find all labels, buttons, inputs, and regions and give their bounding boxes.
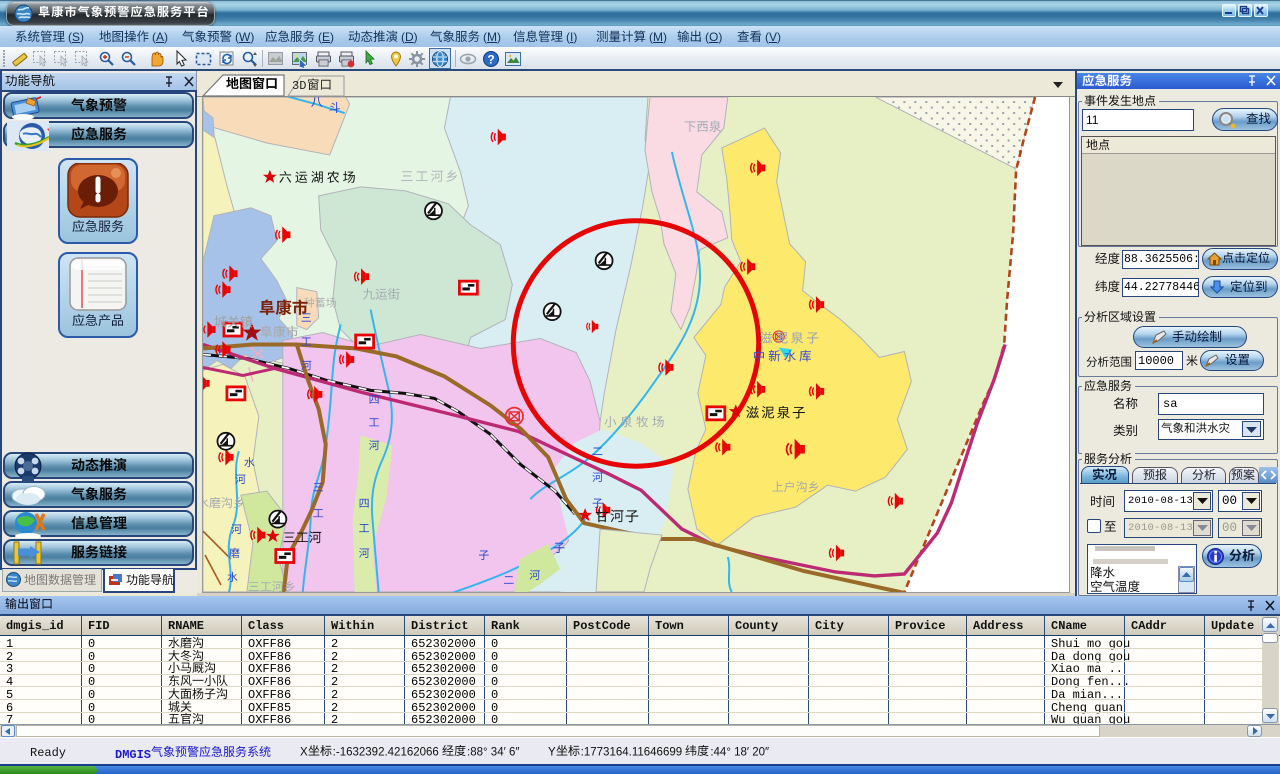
svg-text:?: ? <box>487 53 494 67</box>
